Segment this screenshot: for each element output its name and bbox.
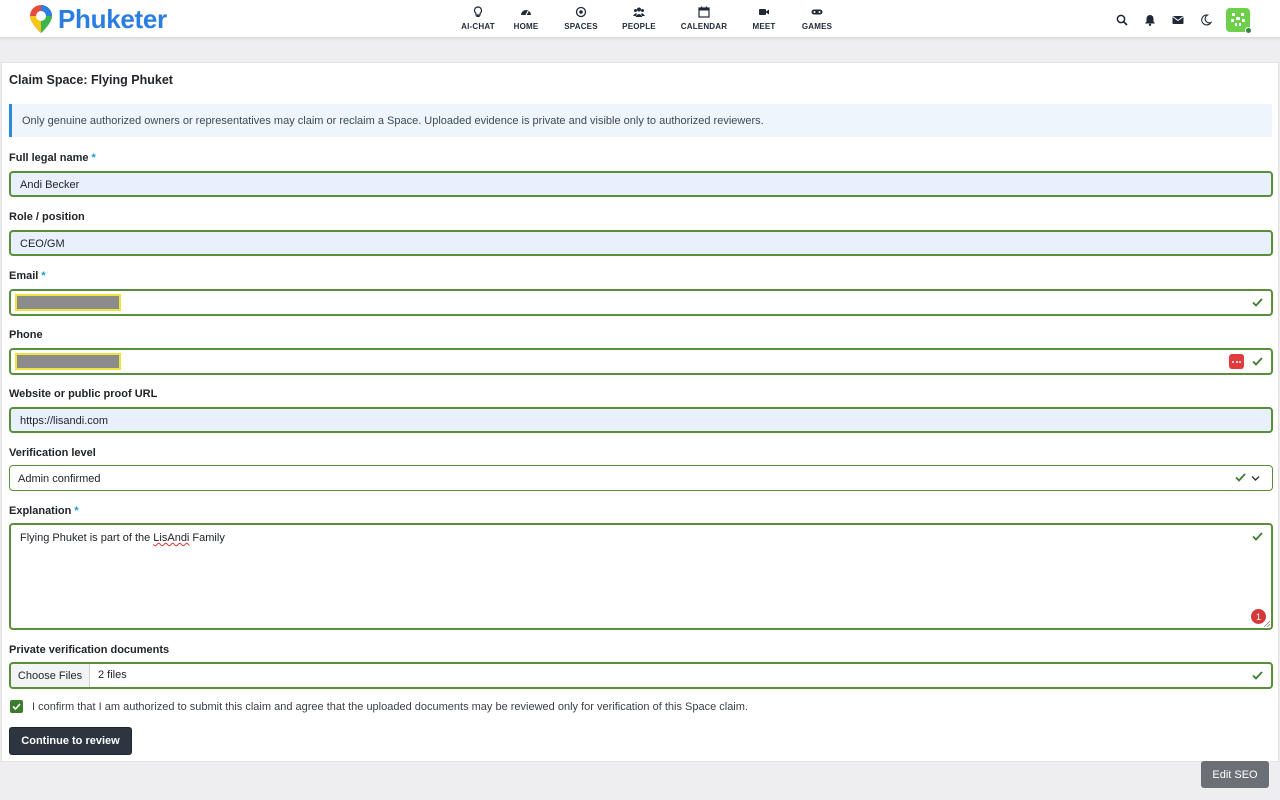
bell-icon[interactable] [1136,9,1164,31]
nav-item-spaces[interactable]: SPACES [554,4,608,34]
page-title: Claim Space: Flying Phuket [9,73,173,87]
nav-label: CALENDAR [680,22,728,31]
chevron-down-icon [1251,476,1260,481]
website-label: Website or public proof URL [9,388,158,400]
map-pin-logo-icon [28,4,54,34]
brand-name: Phuketer [58,3,167,34]
envelope-icon[interactable] [1164,9,1192,31]
header-actions [1108,8,1252,34]
gamepad-icon [811,9,823,15]
nav-item-people[interactable]: PEOPLE [608,4,670,34]
main-nav: AI-CHAT HOME SPACES PEOPLE CALENDAR MEET… [458,4,844,34]
input-value: https://lisandi.com [20,415,109,427]
avatar[interactable] [1226,8,1252,34]
nav-label: HOME [513,22,539,31]
info-notice: Only genuine authorized owners or repres… [9,104,1272,137]
nav-label: MEET [752,22,776,31]
valid-check-icon [1252,298,1263,307]
role-input[interactable]: CEO/GM [9,230,1273,256]
top-navbar: Phuketer AI-CHAT HOME SPACES PEOPLE CALE… [0,0,1280,38]
nav-item-home[interactable]: HOME [498,4,554,34]
resize-handle-icon[interactable] [1264,621,1270,627]
explanation-label: Explanation * [9,505,79,517]
documents-label: Private verification documents [9,644,170,656]
explanation-textarea[interactable]: Flying Phuket is part of the LisAndi Fam… [9,523,1273,630]
misspelled-word: LisAndi [153,532,190,544]
checkmark-icon [12,703,21,710]
phone-label: Phone [9,329,43,341]
nav-item-meet[interactable]: MEET [738,4,790,34]
video-icon [759,9,769,15]
email-input[interactable] [9,289,1273,316]
valid-check-icon [1252,357,1263,366]
calendar-icon [698,6,710,18]
moon-icon[interactable] [1192,9,1220,31]
logo[interactable]: Phuketer [28,4,167,34]
label-text: Email [9,270,39,282]
target-icon [575,6,587,18]
continue-to-review-button[interactable]: Continue to review [9,727,132,755]
verification-label: Verification level [9,447,96,459]
nav-item-calendar[interactable]: CALENDAR [670,4,738,34]
people-icon [633,7,645,17]
redacted-value [15,353,121,370]
claim-space-card: Claim Space: Flying Phuket Only genuine … [1,62,1279,762]
required-mark: * [41,270,46,282]
text-part: Family [189,532,225,544]
website-input[interactable]: https://lisandi.com [9,407,1273,433]
full-name-label: Full legal name * [9,152,96,164]
online-status-dot [1245,27,1252,34]
confirm-checkbox[interactable] [10,700,23,713]
file-count: 2 files [98,669,127,681]
phone-input[interactable] [9,348,1273,375]
redacted-value [15,294,121,311]
confirm-text: I confirm that I am authorized to submit… [32,700,748,713]
full-name-input[interactable]: Andi Becker [9,171,1273,197]
email-label: Email * [9,270,46,282]
documents-file-input[interactable]: Choose Files 2 files [9,662,1273,689]
text-part: Flying Phuket is part of the [20,532,154,544]
nav-item-ai-chat[interactable]: AI-CHAT [458,4,498,34]
input-value: Andi Becker [20,179,80,191]
valid-check-icon [1252,532,1263,541]
pattern-avatar-icon [1231,13,1245,26]
input-value: CEO/GM [20,238,65,250]
selected-value: Admin confirmed [18,473,101,485]
nav-label: PEOPLE [622,22,656,31]
valid-check-icon [1252,671,1263,680]
valid-check-icon [1235,473,1246,482]
nav-label: GAMES [801,22,833,31]
nav-label: SPACES [564,22,598,31]
notice-text: Only genuine authorized owners or repres… [22,115,764,127]
bulb-icon [473,6,483,17]
password-manager-icon[interactable] [1229,354,1244,369]
confirm-row: I confirm that I am authorized to submit… [10,700,748,713]
choose-files-button[interactable]: Choose Files [11,664,90,687]
dashboard-icon [521,10,531,16]
required-mark: * [91,152,96,164]
required-mark: * [74,505,79,517]
search-icon[interactable] [1108,9,1136,31]
edit-seo-button[interactable]: Edit SEO [1201,761,1269,788]
nav-item-games[interactable]: GAMES [790,4,844,34]
label-text: Explanation [9,505,72,517]
nav-label: AI-CHAT [461,22,495,31]
textarea-value: Flying Phuket is part of the LisAndi Fam… [20,532,225,544]
role-label: Role / position [9,211,85,223]
label-text: Full legal name [9,152,89,164]
verification-select[interactable]: Admin confirmed [9,465,1273,491]
